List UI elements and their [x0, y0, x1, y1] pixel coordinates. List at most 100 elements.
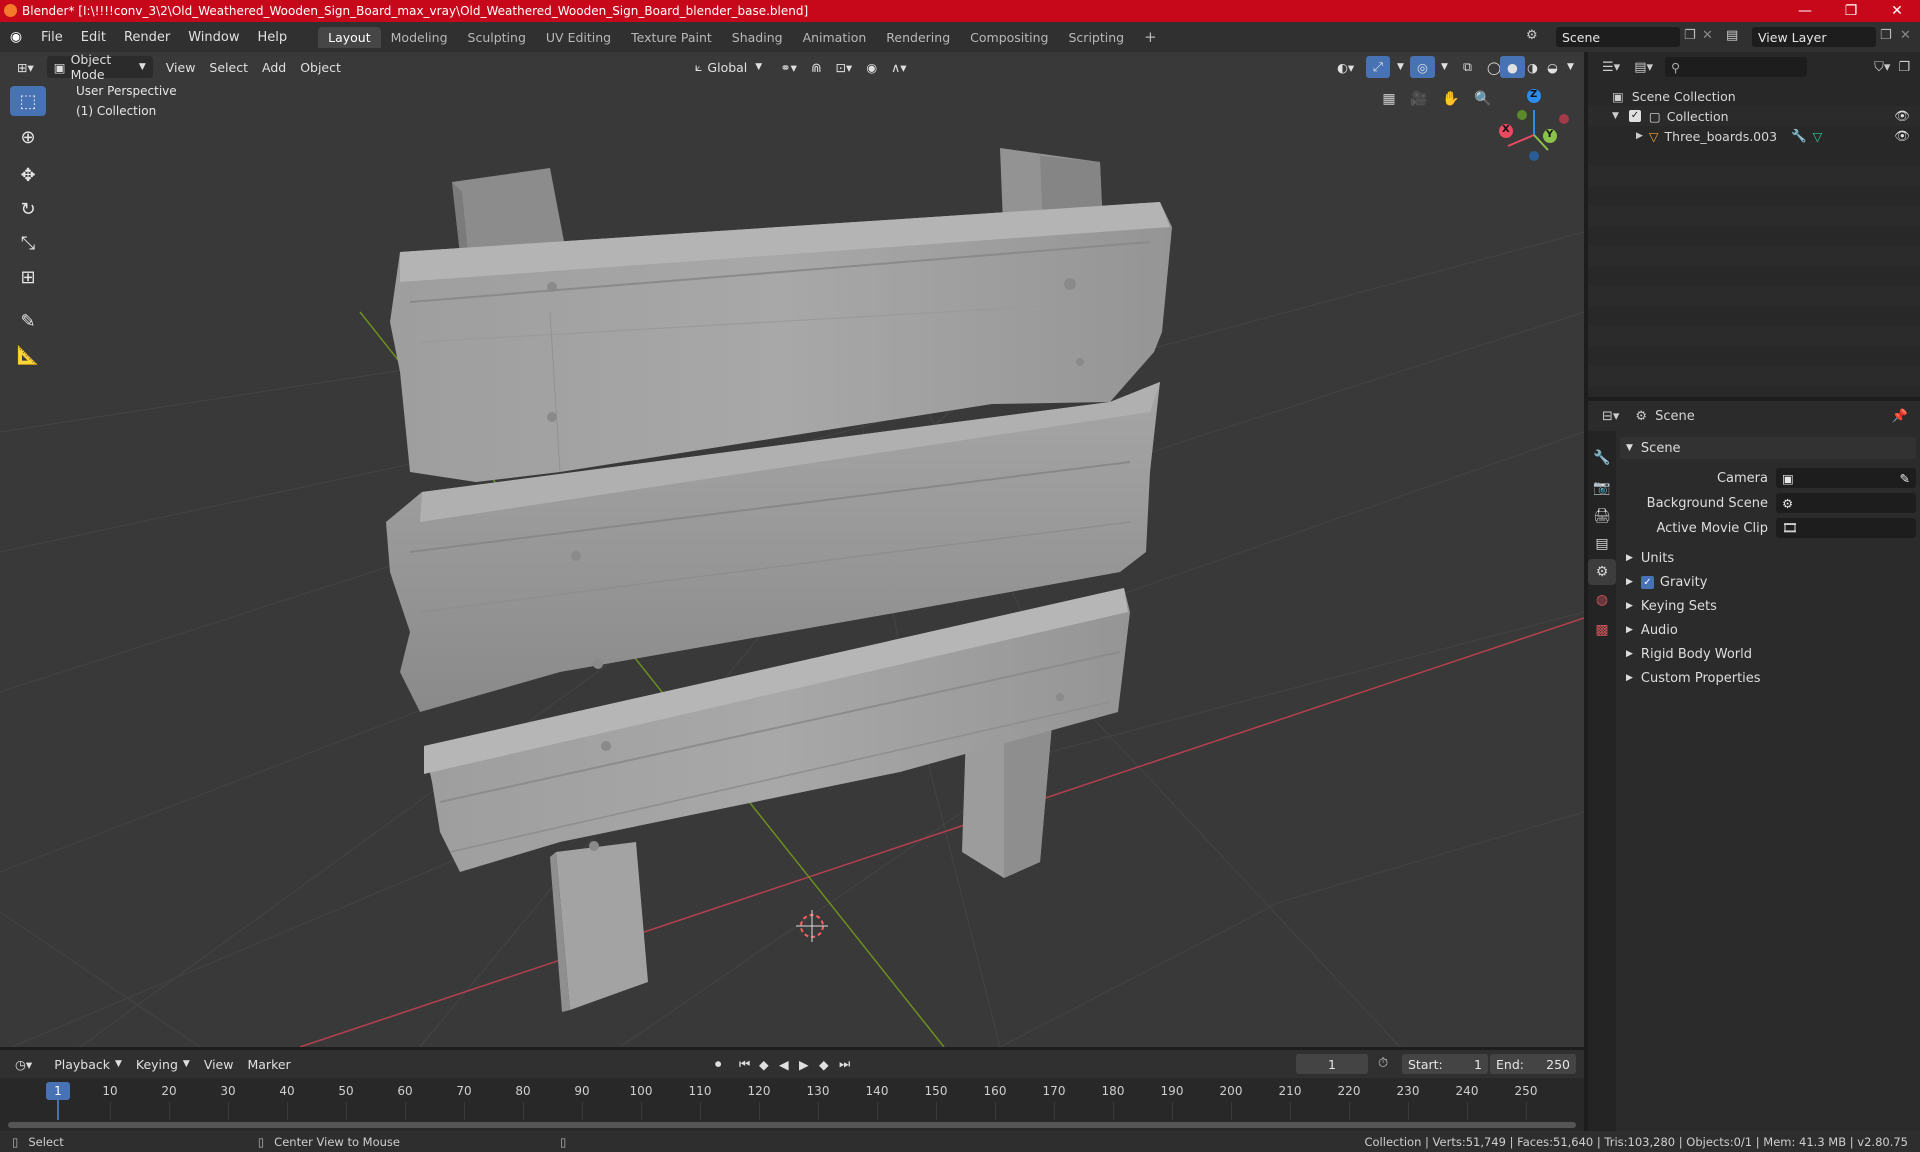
viewport-menu-select[interactable]: Select [202, 56, 255, 78]
tool-tab-icon[interactable]: 🔧 [1588, 445, 1616, 471]
delete-view-layer-icon[interactable]: ✕ [1900, 28, 1911, 43]
annotate-tool[interactable]: ✎ [10, 306, 46, 336]
tab-rendering[interactable]: Rendering [876, 27, 960, 48]
filter-icon[interactable]: ⛉▾ [1874, 60, 1890, 75]
output-tab-icon[interactable]: 🖨 [1588, 503, 1616, 529]
tab-animation[interactable]: Animation [793, 27, 877, 48]
overlay-toggle-icon[interactable]: ◎ [1410, 56, 1435, 78]
outliner-editor-icon[interactable]: ☰▾ [1602, 60, 1620, 75]
menu-edit[interactable]: Edit [72, 30, 115, 45]
viewport-menu-object[interactable]: Object [293, 56, 348, 78]
outliner-row-collection[interactable]: ▼ ✓ ▢ Collection 👁 [1588, 106, 1920, 126]
snap-icon[interactable]: ⋒ [804, 56, 828, 78]
timeline-menu-keying[interactable]: Keying ▼ [129, 1053, 197, 1075]
viewport-scene[interactable] [0, 52, 1584, 1047]
gravity-checkbox[interactable]: ✓ [1640, 575, 1654, 589]
view-layer-tab-icon[interactable]: ▤ [1588, 531, 1616, 557]
menu-help[interactable]: Help [249, 30, 297, 45]
tab-scripting[interactable]: Scripting [1059, 27, 1135, 48]
background-scene-field[interactable]: ⚙ [1776, 493, 1916, 513]
mesh-data-icon[interactable]: ▽ [1813, 129, 1823, 144]
modifier-wrench-icon[interactable]: 🔧 [1791, 128, 1807, 144]
section-units[interactable]: ▶ Units [1620, 547, 1916, 569]
section-gravity[interactable]: ▶ ✓ Gravity [1620, 571, 1916, 593]
section-audio[interactable]: ▶ Audio [1620, 619, 1916, 641]
expand-arrow-icon[interactable]: ▼ [1612, 111, 1619, 121]
stopwatch-icon[interactable]: ⏱ [1378, 1056, 1388, 1071]
world-tab-icon[interactable]: ◍ [1588, 587, 1616, 613]
close-button[interactable]: ✕ [1874, 0, 1920, 22]
rotate-tool[interactable]: ↻ [10, 194, 46, 224]
viewport-menu-add[interactable]: Add [255, 56, 293, 78]
maximize-button[interactable]: ❐ [1828, 0, 1874, 22]
gizmo-x-label[interactable]: X [1502, 124, 1510, 135]
tab-compositing[interactable]: Compositing [960, 27, 1058, 48]
toggle-grid-icon[interactable]: ▦ [1376, 86, 1402, 112]
exclude-checkbox[interactable]: ✓ [1628, 110, 1641, 122]
menu-file[interactable]: File [32, 30, 72, 45]
pin-icon[interactable]: 📌 [1892, 409, 1908, 424]
zoom-icon[interactable]: 🔍 [1470, 86, 1496, 112]
section-keying-sets[interactable]: ▶ Keying Sets [1620, 595, 1916, 617]
timeline-menu-playback[interactable]: Playback ▼ [47, 1053, 129, 1075]
menu-render[interactable]: Render [115, 30, 179, 45]
new-scene-icon[interactable]: ❐ [1684, 28, 1696, 43]
timeline-menu-marker[interactable]: Marker [240, 1053, 297, 1075]
scale-tool[interactable]: ⤡ [10, 228, 46, 258]
tab-uv-editing[interactable]: UV Editing [536, 27, 621, 48]
overlay-dropdown-icon[interactable]: ▼ [1434, 56, 1455, 78]
orientation-selector[interactable]: ⟀ Global ▼ [688, 56, 769, 78]
playhead[interactable]: 1 [46, 1082, 70, 1100]
texture-tab-icon[interactable]: ▩ [1588, 617, 1616, 643]
new-view-layer-icon[interactable]: ❐ [1880, 28, 1892, 43]
outliner-row-scene-collection[interactable]: ▣ Scene Collection [1588, 86, 1920, 106]
expand-arrow-icon[interactable]: ▶ [1636, 131, 1643, 141]
scene-tab-icon[interactable]: ⚙ [1588, 559, 1616, 585]
outliner-search-input[interactable]: ⚲ [1665, 57, 1807, 77]
eye-icon[interactable]: 👁 [1894, 108, 1910, 124]
outliner-row-object[interactable]: ▶ ▽ Three_boards.003 🔧 ▽ 👁 [1588, 126, 1920, 146]
add-workspace-button[interactable]: + [1134, 25, 1167, 49]
eye-icon[interactable]: 👁 [1894, 128, 1910, 144]
editor-type-icon[interactable]: ⊞▾ [10, 56, 41, 78]
render-tab-icon[interactable]: 📷 [1588, 475, 1616, 501]
pivot-point-icon[interactable]: ⚭▾ [773, 56, 804, 78]
tab-modeling[interactable]: Modeling [381, 27, 458, 48]
viewport-menu-view[interactable]: View [159, 56, 203, 78]
jump-end-button[interactable]: ⏭ [832, 1053, 857, 1075]
scene-selector[interactable]: Scene [1556, 27, 1680, 47]
display-mode-icon[interactable]: ▤▾ [1634, 60, 1653, 75]
select-box-tool[interactable]: ⬚ [10, 86, 46, 116]
timeline-scrollbar[interactable] [8, 1122, 1576, 1128]
camera-field[interactable]: ▣ ✎ [1776, 468, 1916, 488]
cursor-tool[interactable]: ⊕ [10, 122, 46, 152]
scene-type-icon[interactable]: ⚙ [1526, 28, 1538, 43]
tab-layout[interactable]: Layout [318, 26, 381, 48]
gizmo-y-label[interactable]: Y [1546, 129, 1553, 140]
active-movie-clip-field[interactable]: 🎞 [1776, 518, 1916, 538]
view-layer-selector[interactable]: View Layer [1752, 27, 1876, 47]
eyedropper-icon[interactable]: ✎ [1900, 471, 1910, 486]
gizmo-dropdown-icon[interactable]: ▼ [1390, 56, 1411, 78]
record-button[interactable]: ⏺ [708, 1053, 728, 1075]
new-collection-icon[interactable]: ❐ [1898, 60, 1910, 75]
tab-texture-paint[interactable]: Texture Paint [621, 27, 722, 48]
properties-editor-icon[interactable]: ⊟▾ [1602, 409, 1619, 424]
start-frame-field[interactable]: Start: 1 [1402, 1054, 1488, 1074]
section-rigid-body-world[interactable]: ▶ Rigid Body World [1620, 643, 1916, 665]
gizmo-toggle-icon[interactable]: ⤢ [1366, 56, 1391, 78]
falloff-icon[interactable]: ∧▾ [884, 56, 913, 78]
gizmo-z-label[interactable]: Z [1530, 89, 1537, 100]
current-frame-field[interactable]: 1 [1296, 1054, 1368, 1074]
blender-menu-icon[interactable]: ◉ [0, 29, 32, 45]
proportional-edit-icon[interactable]: ◉ [859, 56, 884, 78]
xray-icon[interactable]: ⧉ [1456, 56, 1479, 78]
pan-hand-icon[interactable]: ✋ [1438, 86, 1464, 112]
frame-ruler[interactable]: 10 20 30 40 50 60 70 80 90 100 110 120 130 140 150 160 1… [0, 1078, 1584, 1120]
move-tool[interactable]: ✥ [10, 160, 46, 190]
menu-window[interactable]: Window [179, 30, 248, 45]
scene-panel-header[interactable]: ▼ Scene [1620, 437, 1916, 459]
end-frame-field[interactable]: End: 250 [1490, 1054, 1576, 1074]
transform-tool[interactable]: ⊞ [10, 262, 46, 292]
mode-selector[interactable]: ▣ Object Mode ▼ [46, 52, 153, 82]
